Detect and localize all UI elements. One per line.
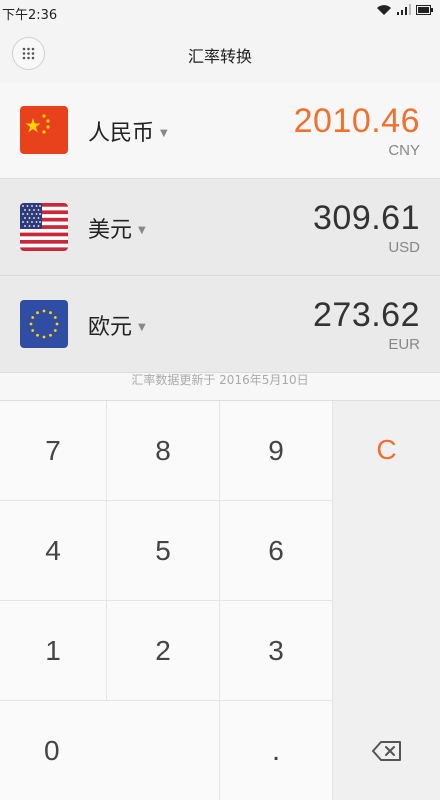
dropdown-caret-icon: ▼ [160, 127, 168, 139]
backspace-button[interactable] [333, 701, 440, 800]
china-flag-icon [20, 106, 68, 154]
app-header: 汇率转换 [0, 24, 440, 82]
currency-selector-eur[interactable]: 欧元 ▼ [88, 309, 146, 341]
keypad-side-blank [333, 601, 440, 701]
keypad: 7 8 9 C 4 5 6 1 2 3 0 . [0, 400, 440, 800]
key-4[interactable]: 4 [0, 501, 107, 601]
eu-flag-icon [20, 300, 68, 348]
currency-row-cny[interactable]: 人民币 ▼ 2010.46 CNY [0, 82, 440, 179]
currency-name: 人民币 [88, 121, 155, 146]
status-time: 下午2:36 [2, 8, 58, 23]
currency-name: 美元 [88, 218, 133, 243]
key-7[interactable]: 7 [0, 401, 107, 501]
key-6[interactable]: 6 [220, 501, 333, 601]
signal-icon [397, 4, 411, 15]
key-2[interactable]: 2 [107, 601, 220, 701]
status-bar: 下午2:36 [0, 0, 440, 24]
currency-row-eur[interactable]: 欧元 ▼ 273.62 EUR [0, 276, 440, 373]
key-1[interactable]: 1 [0, 601, 107, 701]
currency-code: CNY [388, 142, 420, 159]
key-9[interactable]: 9 [220, 401, 333, 501]
key-3[interactable]: 3 [220, 601, 333, 701]
key-decimal[interactable]: . [220, 701, 333, 800]
currency-amount: 2010.46 [293, 102, 420, 140]
currency-code: USD [388, 239, 420, 256]
key-8[interactable]: 8 [107, 401, 220, 501]
battery-icon [416, 5, 433, 15]
currency-selector-cny[interactable]: 人民币 ▼ [88, 115, 168, 147]
clear-button[interactable]: C [333, 401, 440, 601]
currency-row-usd[interactable]: 美元 ▼ 309.61 USD [0, 179, 440, 276]
rate-update-note: 汇率数据更新于 2016年5月10日 [131, 373, 309, 387]
dropdown-caret-icon: ▼ [138, 224, 146, 236]
currency-amount: 273.62 [313, 296, 420, 334]
page-title: 汇率转换 [187, 47, 252, 66]
usa-flag-icon [20, 203, 68, 251]
key-0[interactable]: 0 [0, 701, 220, 800]
currency-amount: 309.61 [313, 199, 420, 237]
status-icons [376, 4, 434, 16]
dropdown-caret-icon: ▼ [138, 321, 146, 333]
currency-selector-usd[interactable]: 美元 ▼ [88, 212, 146, 244]
backspace-icon [371, 741, 401, 761]
key-5[interactable]: 5 [107, 501, 220, 601]
wifi-icon [377, 5, 391, 15]
currency-code: EUR [388, 336, 420, 353]
currency-name: 欧元 [88, 315, 133, 340]
